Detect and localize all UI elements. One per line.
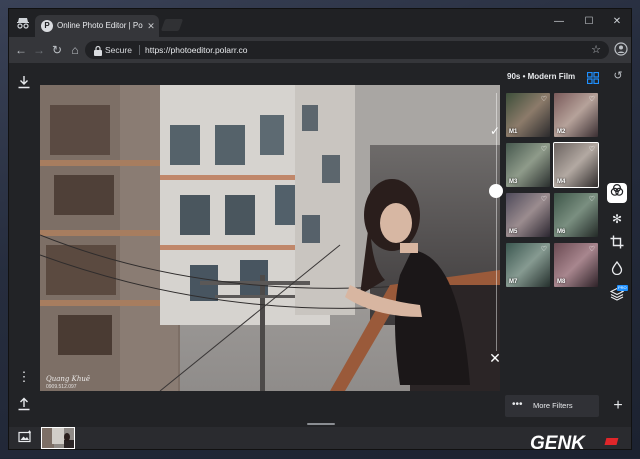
heart-icon[interactable]: ♡ <box>541 245 547 253</box>
filter-label: M1 <box>509 129 518 135</box>
filters-icon[interactable] <box>607 183 627 203</box>
filter-tile-m6[interactable]: ♡ M6 <box>554 193 598 237</box>
filter-tile-m5[interactable]: ♡ M5 <box>506 193 550 237</box>
filter-grid: ♡ M1 ♡ M2 ♡ M3 ♡ M4 ♡ M5 ♡ M6 ♡ M7 ♡ M8 <box>506 93 599 289</box>
site-logo: GENK <box>530 432 636 454</box>
right-toolbar: ✻ PRO <box>605 183 629 313</box>
logo-text: GENK <box>530 433 586 454</box>
filter-label: M4 <box>557 179 566 185</box>
adjust-icon[interactable]: ✻ <box>607 209 627 229</box>
heart-icon[interactable]: ♡ <box>589 245 595 253</box>
filter-tile-m3[interactable]: ♡ M3 <box>506 143 550 187</box>
address-bar[interactable]: Secure https://photoeditor.polarr.co ☆ <box>85 41 609 59</box>
filter-tile-m2[interactable]: ♡ M2 <box>554 93 598 137</box>
browser-toolbar: ← → ↻ ⌂ Secure https://photoeditor.polar… <box>9 37 631 63</box>
heart-icon[interactable]: ♡ <box>589 195 595 203</box>
title-bar: P Online Photo Editor | Pola ✕ — ☐ ✕ <box>9 9 631 37</box>
filter-label: M3 <box>509 179 518 185</box>
left-toolbar: ⋮ <box>9 63 39 420</box>
crop-icon[interactable] <box>607 235 627 255</box>
filter-tile-m4[interactable]: ♡ M4 <box>553 142 599 188</box>
heart-icon[interactable]: ♡ <box>589 145 595 153</box>
more-filters-label: More Filters <box>533 401 573 410</box>
photo-image <box>40 85 500 391</box>
check-icon[interactable]: ✓ <box>487 123 503 139</box>
minimize-icon[interactable]: — <box>545 13 573 31</box>
filter-label: M2 <box>557 129 566 135</box>
retouch-icon[interactable] <box>607 260 627 281</box>
browser-tab[interactable]: P Online Photo Editor | Pola ✕ <box>35 15 159 37</box>
secure-label: Secure <box>105 45 132 55</box>
profile-icon[interactable] <box>613 42 629 58</box>
address-divider <box>139 45 140 55</box>
heart-icon[interactable]: ♡ <box>589 95 595 103</box>
plus-icon[interactable]: + <box>609 397 627 415</box>
url-text[interactable]: https://photoeditor.polarr.co <box>145 41 248 59</box>
incognito-icon <box>15 15 31 31</box>
heart-icon[interactable]: ♡ <box>541 95 547 103</box>
history-icon[interactable]: ↺ <box>611 69 625 83</box>
panel-resize-handle[interactable] <box>307 423 335 425</box>
tab-close-icon[interactable]: ✕ <box>145 19 157 33</box>
polarr-favicon-icon: P <box>41 20 53 32</box>
photo-editor-app: ⋮ Quang Khuê 0909.512.097 ✓ ✕ 90s • Mode… <box>9 63 631 449</box>
reload-icon[interactable]: ↻ <box>49 42 65 58</box>
tab-title: Online Photo Editor | Pola <box>57 21 143 30</box>
intensity-slider-thumb[interactable] <box>489 184 503 199</box>
watermark-phone: 0909.512.097 <box>46 384 77 390</box>
photo-canvas[interactable]: Quang Khuê 0909.512.097 <box>40 85 500 391</box>
heart-icon[interactable]: ♡ <box>541 145 547 153</box>
heart-icon[interactable]: ♡ <box>541 195 547 203</box>
filter-label: M8 <box>557 279 566 285</box>
filter-label: M6 <box>557 229 566 235</box>
maximize-icon[interactable]: ☐ <box>575 13 603 31</box>
lock-icon <box>93 44 103 56</box>
new-tab-button[interactable] <box>160 19 184 31</box>
bookmark-star-icon[interactable]: ☆ <box>591 41 601 59</box>
forward-icon[interactable]: → <box>31 42 47 58</box>
more-horizontal-icon: ••• <box>512 399 523 410</box>
back-icon[interactable]: ← <box>13 42 29 58</box>
filter-tile-m7[interactable]: ♡ M7 <box>506 243 550 287</box>
layers-icon[interactable]: PRO <box>607 285 628 307</box>
more-vertical-icon[interactable]: ⋮ <box>15 368 33 386</box>
download-icon[interactable] <box>15 75 33 93</box>
browser-window: P Online Photo Editor | Pola ✕ — ☐ ✕ ← →… <box>8 8 632 450</box>
filter-label: M7 <box>509 279 518 285</box>
gallery-icon[interactable] <box>17 430 33 446</box>
watermark-name: Quang Khuê <box>46 375 91 383</box>
close-icon[interactable]: ✕ <box>487 350 503 366</box>
grid-icon[interactable] <box>586 71 600 85</box>
more-filters-button[interactable]: ••• More Filters <box>505 395 599 417</box>
photo-thumbnail[interactable] <box>41 427 75 449</box>
filter-tile-m1[interactable]: ♡ M1 <box>506 93 550 137</box>
window-close-icon[interactable]: ✕ <box>603 13 631 31</box>
share-icon[interactable] <box>15 397 33 415</box>
filter-label: M5 <box>509 229 518 235</box>
intensity-slider[interactable] <box>496 93 497 351</box>
pro-badge: PRO <box>617 285 628 291</box>
filter-tile-m8[interactable]: ♡ M8 <box>554 243 598 287</box>
home-icon[interactable]: ⌂ <box>67 42 83 58</box>
